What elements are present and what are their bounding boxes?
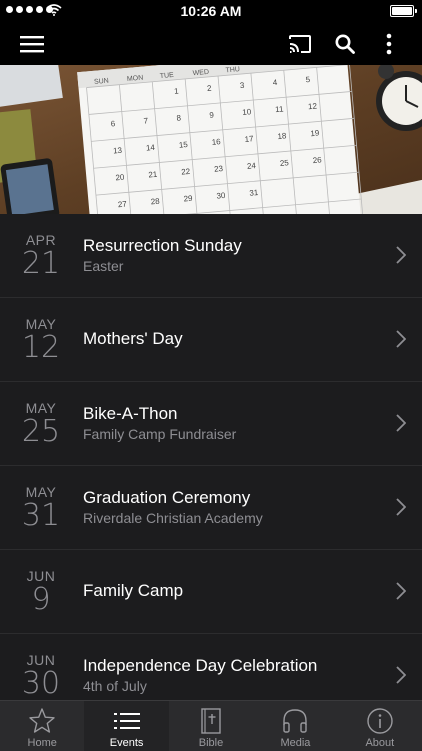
- calendar-weekday: SUN: [94, 78, 109, 86]
- calendar-day-number: 24: [247, 161, 257, 171]
- calendar-day-number: 19: [310, 128, 320, 138]
- tab-label: Home: [27, 737, 57, 749]
- calendar-day-number: 20: [115, 173, 125, 183]
- more-vertical-icon: [386, 33, 392, 54]
- event-title: Resurrection Sunday: [83, 236, 242, 255]
- calendar-day-number: 22: [181, 167, 191, 177]
- search-button[interactable]: [328, 22, 362, 65]
- calendar-day-number: 10: [242, 107, 252, 117]
- event-subtitle: 4th of July: [83, 678, 147, 694]
- calendar-day-number: 11: [275, 104, 285, 114]
- bible-icon: [201, 708, 221, 734]
- calendar-day-number: 31: [249, 188, 259, 198]
- calendar-weekday: THU: [225, 66, 240, 74]
- chevron-right-icon: [396, 582, 406, 600]
- event-date: APR 21: [0, 214, 82, 297]
- tab-bible[interactable]: Bible: [169, 701, 253, 751]
- calendar-weekday: MON: [127, 75, 144, 83]
- event-subtitle: Family Camp Fundraiser: [83, 426, 237, 442]
- cast-button[interactable]: [282, 22, 318, 65]
- event-date: JUN 9: [0, 550, 82, 633]
- calendar-day-number: 30: [216, 191, 226, 201]
- event-day: 21: [21, 246, 61, 281]
- event-date: JUN 30: [0, 634, 82, 700]
- chevron-right-icon: [396, 330, 406, 348]
- list-item[interactable]: MAY 12 Mothers' Day: [0, 298, 422, 382]
- search-icon: [335, 34, 355, 54]
- chevron-right-icon: [396, 498, 406, 516]
- event-day: 25: [21, 414, 61, 449]
- event-day: 31: [21, 498, 61, 533]
- menu-button[interactable]: [14, 22, 50, 65]
- event-day: 30: [21, 666, 61, 700]
- cast-icon: [289, 34, 311, 53]
- chevron-right-icon: [396, 414, 406, 432]
- calendar-day-number: 14: [146, 143, 156, 153]
- list-item[interactable]: JUN 30 Independence Day Celebration 4th …: [0, 634, 422, 700]
- calendar-day-number: 23: [214, 164, 224, 174]
- tab-label: About: [365, 737, 395, 749]
- events-list: APR 21 Resurrection Sunday Easter MAY 12…: [0, 214, 422, 700]
- event-title: Independence Day Celebration: [83, 656, 318, 675]
- calendar-day-number: 26: [312, 155, 322, 165]
- list-item[interactable]: JUN 9 Family Camp: [0, 550, 422, 634]
- event-subtitle: Riverdale Christian Academy: [83, 510, 263, 526]
- calendar-day-number: 27: [117, 199, 127, 209]
- event-date: MAY 31: [0, 466, 82, 549]
- chevron-right-icon: [396, 666, 406, 684]
- calendar-photo: SUN MON TUE WED THU 1 2 3 4 56 7 8 9 10 11 1213 14 15 16 1…: [0, 65, 422, 214]
- list-item[interactable]: MAY 25 Bike-A-Thon Family Camp Fundraise…: [0, 382, 422, 466]
- calendar-weekday: TUE: [160, 72, 175, 80]
- tab-label: Events: [109, 737, 144, 749]
- battery-icon: [390, 5, 417, 17]
- chevron-right-icon: [396, 246, 406, 264]
- calendar-day-number: 12: [308, 102, 318, 112]
- calendar-day-number: 15: [179, 140, 189, 150]
- events-banner-image: SUN MON TUE WED THU 1 2 3 4 5 6 7 8 9 10 11 12 13 14 15 16 1…: [0, 65, 422, 214]
- tab-label: Media: [280, 737, 311, 749]
- status-bar: 10:26 AM: [0, 0, 422, 22]
- calendar-day-number: 13: [113, 146, 123, 156]
- event-title: Graduation Ceremony: [83, 488, 251, 507]
- calendar-day-number: 17: [244, 134, 254, 144]
- event-subtitle: Easter: [83, 258, 124, 274]
- tab-about[interactable]: About: [338, 701, 422, 751]
- tab-home[interactable]: Home: [0, 701, 84, 751]
- hamburger-menu-icon: [20, 35, 44, 52]
- tab-bar: Home Events Bible Media About: [0, 700, 422, 751]
- calendar-weekday: WED: [192, 69, 209, 77]
- list-item[interactable]: APR 21 Resurrection Sunday Easter: [0, 214, 422, 298]
- event-date: MAY 25: [0, 382, 82, 465]
- event-title: Bike-A-Thon: [83, 404, 178, 423]
- event-title: Family Camp: [83, 581, 184, 600]
- calendar-day-number: 16: [211, 137, 221, 147]
- calendar-day-number: 21: [148, 170, 158, 180]
- headphones-icon: [283, 709, 308, 733]
- list-icon: [113, 713, 140, 729]
- top-toolbar: [0, 22, 422, 65]
- tab-events[interactable]: Events: [84, 701, 169, 751]
- calendar-day-number: 29: [183, 194, 193, 204]
- star-icon: [29, 708, 55, 733]
- calendar-day-number: 28: [150, 197, 160, 207]
- info-icon: [367, 708, 393, 734]
- event-date: MAY 12: [0, 298, 82, 381]
- list-item[interactable]: MAY 31 Graduation Ceremony Riverdale Chr…: [0, 466, 422, 550]
- calendar-day-number: 25: [279, 158, 289, 168]
- event-day: 12: [21, 330, 61, 365]
- event-title: Mothers' Day: [83, 329, 183, 348]
- calendar-day-number: 18: [277, 131, 287, 141]
- status-time: 10:26 AM: [180, 3, 242, 19]
- tab-label: Bible: [198, 737, 224, 749]
- tab-media[interactable]: Media: [253, 701, 337, 751]
- more-options-button[interactable]: [374, 22, 404, 65]
- event-day: 9: [31, 582, 51, 617]
